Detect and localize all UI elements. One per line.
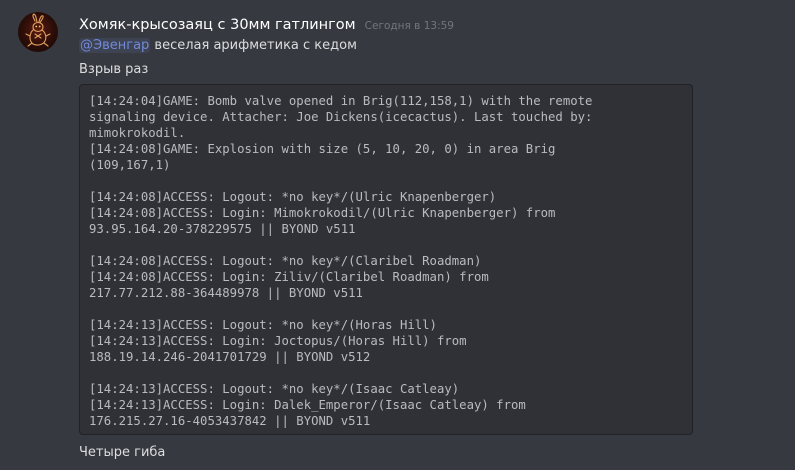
message-line-3: Четыре гиба bbox=[79, 445, 166, 460]
message-line-2: Взрыв раз bbox=[79, 62, 149, 77]
avatar[interactable] bbox=[18, 12, 58, 52]
chat-message: Хомяк-крысозаяц с 30мм гатлингом Сегодня… bbox=[0, 0, 795, 470]
timestamp: Сегодня в 13:59 bbox=[364, 20, 454, 32]
user-mention[interactable]: @Эвенгар bbox=[79, 38, 151, 53]
message-line-1: @Эвенгар веселая арифметика с кедом bbox=[79, 38, 357, 53]
code-content: [14:24:04]GAME: Bomb valve opened in Bri… bbox=[89, 94, 593, 428]
code-block: [14:24:04]GAME: Bomb valve opened in Bri… bbox=[79, 84, 693, 435]
rabbit-icon bbox=[25, 13, 51, 47]
username[interactable]: Хомяк-крысозаяц с 30мм гатлингом bbox=[79, 17, 356, 33]
message-text-1: веселая арифметика с кедом bbox=[150, 38, 357, 53]
message-header: Хомяк-крысозаяц с 30мм гатлингом Сегодня… bbox=[79, 14, 454, 33]
